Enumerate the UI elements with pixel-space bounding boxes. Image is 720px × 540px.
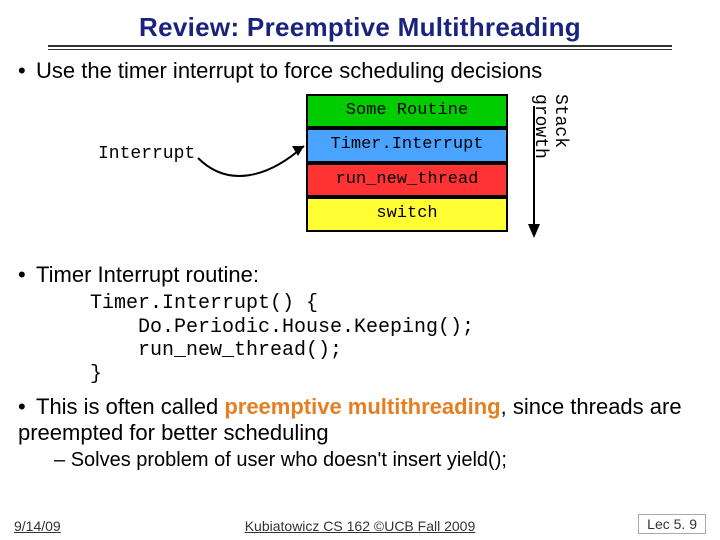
bullet-3-em: preemptive multithreading [224, 394, 500, 419]
bullet-2: •Timer Interrupt routine: [18, 262, 702, 288]
stack-growth-label: Stack growth [530, 94, 570, 222]
stack-frame-switch: switch [306, 197, 508, 231]
stack-frame-run-new-thread: run_new_thread [306, 163, 508, 197]
stack-frame-some-routine: Some Routine [306, 94, 508, 128]
bullet-1-text: Use the timer interrupt to force schedul… [36, 58, 542, 83]
bullet-2-text: Timer Interrupt routine: [36, 262, 259, 287]
slide-title: Review: Preemptive Multithreading [18, 12, 702, 43]
title-divider [48, 45, 672, 47]
bullet-3: •This is often called preemptive multith… [18, 394, 702, 445]
interrupt-label: Interrupt [98, 144, 195, 164]
stack-growth-label-wrap: Stack growth [528, 94, 554, 244]
footer-lecture: Lec 5. 9 [638, 514, 706, 534]
sub-bullet-3-text: Solves problem of user who doesn't inser… [71, 449, 507, 471]
diagram: Interrupt Some Routine Timer.Interrupt r… [18, 88, 702, 256]
title-divider-thin [48, 49, 672, 50]
code-block: Timer.Interrupt() { Do.Periodic.House.Ke… [90, 292, 702, 386]
call-stack: Some Routine Timer.Interrupt run_new_thr… [306, 94, 508, 232]
stack-frame-timer-interrupt: Timer.Interrupt [306, 128, 508, 162]
bullet-1: •Use the timer interrupt to force schedu… [18, 58, 702, 84]
sub-bullet-3: – Solves problem of user who doesn't ins… [54, 449, 702, 472]
footer-course: Kubiatowicz CS 162 ©UCB Fall 2009 [0, 518, 720, 534]
bullet-3-pre: This is often called [36, 394, 224, 419]
